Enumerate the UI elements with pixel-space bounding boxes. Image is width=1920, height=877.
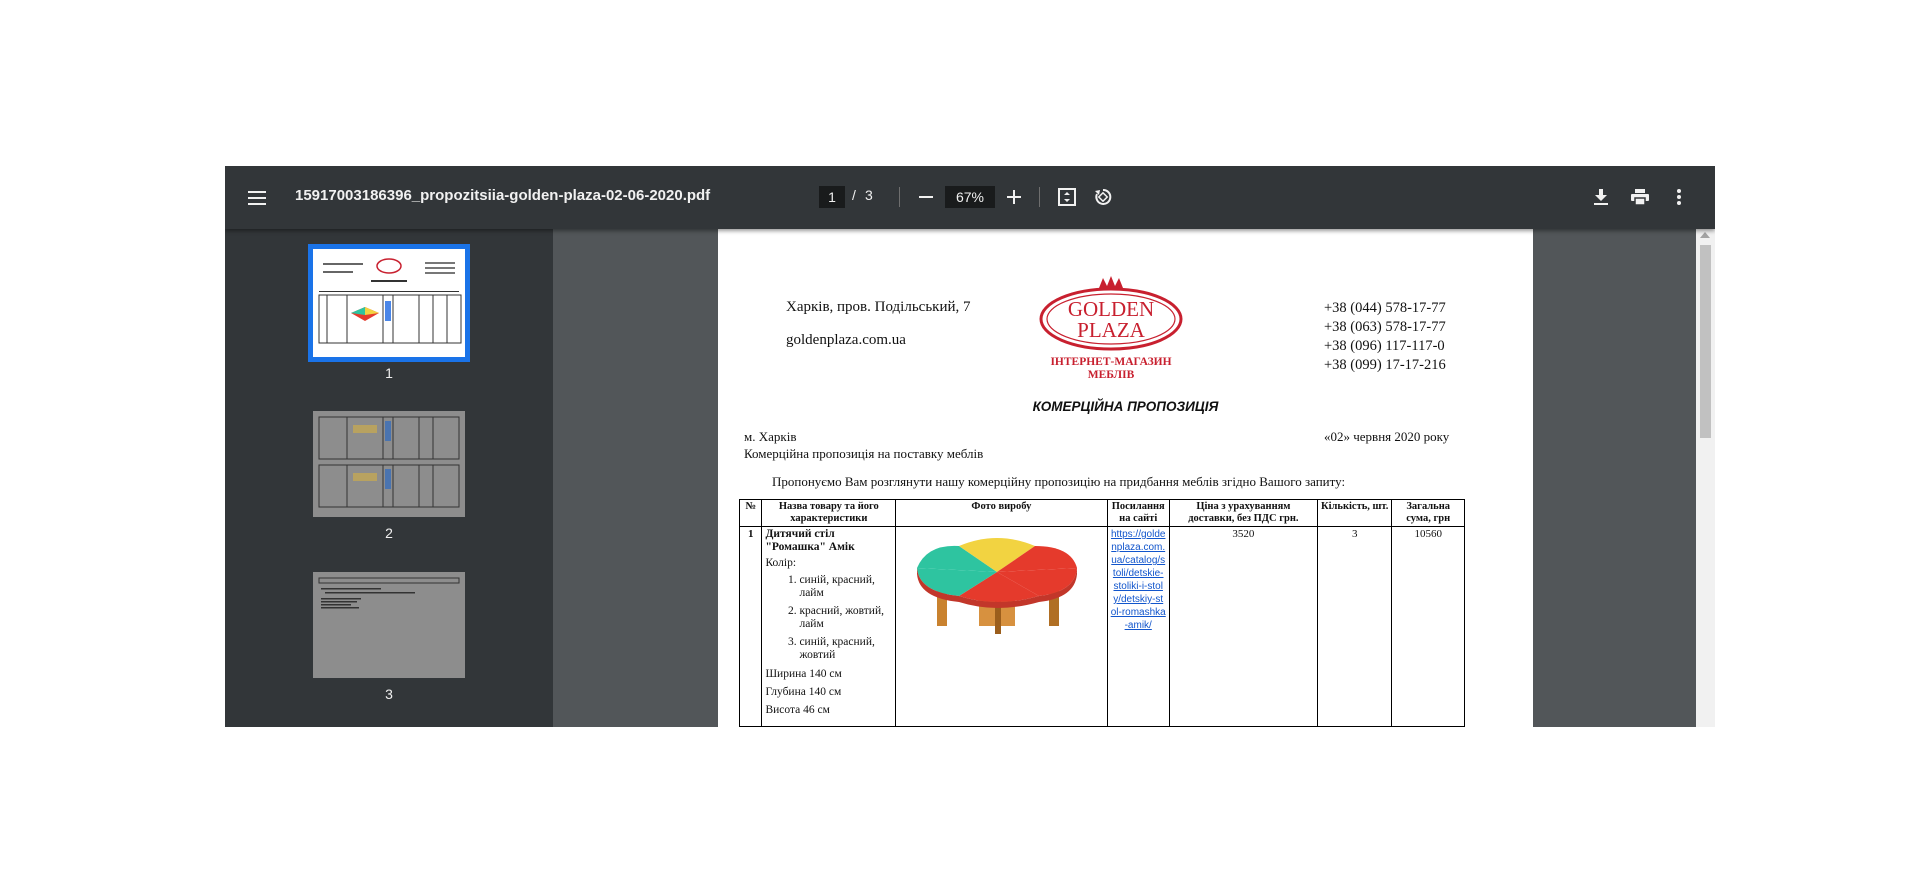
phone-number: +38 (096) 117-117-0 <box>1324 338 1445 354</box>
company-address: Харків, пров. Подільський, 7 <box>786 299 971 315</box>
rotate-icon[interactable] <box>1090 184 1116 210</box>
cell-qty: 3 <box>1316 526 1393 727</box>
list-item: синій, красний, лайм <box>799 574 892 600</box>
thumbnail-label: 2 <box>385 525 393 541</box>
product-link[interactable]: https://goldenplaza.com.ua/catalog/stoli… <box>1106 526 1170 727</box>
scroll-up-arrow-icon[interactable] <box>1700 232 1710 238</box>
page-thumbnail-1[interactable] <box>308 244 470 362</box>
proposal-table: № Назва товару та його характеристики Фо… <box>738 499 1465 727</box>
phone-list: +38 (044) 578-17-77 +38 (063) 578-17-77 … <box>1324 299 1446 375</box>
col-header-qty: Кількість, шт. <box>1316 499 1393 527</box>
page-thumbnail-2[interactable] <box>313 411 465 517</box>
toolbar-divider <box>1039 187 1040 207</box>
logo-line2: PLAZA <box>1077 318 1146 342</box>
vertical-scrollbar[interactable] <box>1696 229 1715 727</box>
cell-photo <box>895 526 1108 727</box>
product-height: Висота 46 см <box>765 704 830 716</box>
product-width: Ширина 140 см <box>765 668 842 680</box>
pdf-viewer: 15917003186396_propozitsiia-golden-plaza… <box>225 166 1715 727</box>
col-header-link: Посилання на сайті <box>1106 499 1170 527</box>
logo-sub-line2: МЕБЛІВ <box>1087 369 1135 381</box>
col-header-name: Назва товару та його характеристики <box>761 499 897 527</box>
col-header-price: Ціна з урахуванням доставки, без ПДС грн… <box>1168 499 1318 527</box>
subject: Комерційна пропозиція на поставку меблів <box>744 446 984 461</box>
document-area: Харків, пров. Подільський, 7 goldenplaza… <box>553 229 1715 727</box>
color-label: Колір: <box>765 557 797 569</box>
date: «02» червня 2020 року <box>1324 429 1450 444</box>
product-depth: Глубина 140 см <box>765 686 842 698</box>
col-header-photo: Фото виробу <box>895 499 1108 527</box>
logo-sub-line1: ІНТЕРНЕТ-МАГАЗИН <box>1050 356 1172 368</box>
page-number-input[interactable]: 1 <box>819 186 845 208</box>
scrollbar-thumb[interactable] <box>1700 245 1711 438</box>
cell-price: 3520 <box>1168 526 1318 727</box>
zoom-input[interactable]: 67% <box>945 186 995 208</box>
phone-number: +38 (044) 578-17-77 <box>1324 300 1446 316</box>
phone-number: +38 (063) 578-17-77 <box>1324 319 1446 335</box>
cell-num: 1 <box>738 526 763 727</box>
toolbar-divider <box>899 187 900 207</box>
product-name: Дитячий стіл "Ромашка" Амік <box>765 528 855 553</box>
cell-total: 10560 <box>1391 526 1465 727</box>
toolbar: 15917003186396_propozitsiia-golden-plaza… <box>225 166 1715 229</box>
logo-subtitle: ІНТЕРНЕТ-МАГАЗИН МЕБЛІВ <box>1036 356 1186 382</box>
col-header-total: Загальна сума, грн <box>1391 499 1465 527</box>
thumbnail-label: 1 <box>385 365 393 381</box>
city: м. Харків <box>744 429 797 444</box>
minus-icon[interactable] <box>913 184 939 210</box>
cell-name: Дитячий стіл "Ромашка" Амік Колір: синій… <box>761 526 897 727</box>
table-header-row: № Назва товару та його характеристики Фо… <box>738 499 1465 527</box>
list-item: синій, красний, жовтий <box>799 636 892 662</box>
menu-icon[interactable] <box>243 184 271 212</box>
phone-number: +38 (099) 17-17-216 <box>1324 357 1446 373</box>
list-item: красний, жовтий, лайм <box>799 605 892 631</box>
print-icon[interactable] <box>1627 184 1653 210</box>
pdf-page: Харків, пров. Подільський, 7 goldenplaza… <box>718 229 1533 727</box>
page-total: 3 <box>865 187 873 203</box>
product-photo <box>917 538 1078 634</box>
document-heading: КОМЕРЦІЙНА ПРОПОЗИЦІЯ <box>1032 399 1219 414</box>
intro-text: Пропонуємо Вам розглянути нашу комерційн… <box>772 474 1346 489</box>
color-list: синій, красний, лайм красний, жовтий, ла… <box>765 574 892 662</box>
page-separator: / <box>852 187 856 203</box>
company-website: goldenplaza.com.ua <box>786 332 906 348</box>
thumbnail-label: 3 <box>385 686 393 702</box>
document-title: 15917003186396_propozitsiia-golden-plaza… <box>295 187 711 204</box>
download-icon[interactable] <box>1588 184 1614 210</box>
table-row: 1 Дитячий стіл "Ромашка" Амік Колір: син… <box>738 526 1465 727</box>
thumbnail-sidebar: 1 2 3 <box>225 229 553 727</box>
col-header-num: № <box>738 499 763 527</box>
page-thumbnail-3[interactable] <box>313 572 465 678</box>
more-vert-icon[interactable] <box>1666 184 1692 210</box>
fit-page-icon[interactable] <box>1054 184 1080 210</box>
plus-icon[interactable] <box>1001 184 1027 210</box>
